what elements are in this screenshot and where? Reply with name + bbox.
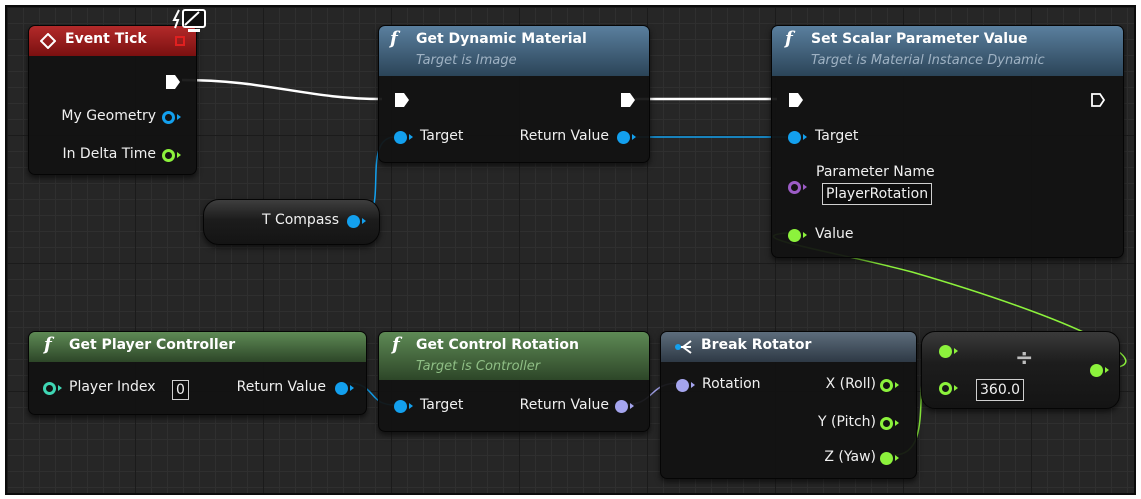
pin-arrow-icon: [409, 403, 413, 409]
pin-arrow-icon: [803, 232, 807, 238]
target-pin[interactable]: [394, 131, 407, 144]
pin-arrow-icon: [803, 134, 807, 140]
event-tick-node[interactable]: Event Tick My Geometry In Delta Time: [28, 25, 197, 175]
target-label: Target: [815, 128, 859, 144]
get-control-rotation-subtitle: Target is Controller: [416, 359, 541, 374]
divide-float-node[interactable]: ÷ 360.0: [921, 331, 1120, 409]
in-delta-time-pin[interactable]: [162, 149, 175, 162]
pin-arrow-icon: [350, 385, 354, 391]
parameter-name-pin[interactable]: [788, 181, 801, 194]
function-icon: f: [44, 334, 52, 355]
pin-arrow-icon: [895, 455, 899, 461]
set-scalar-parameter-node[interactable]: f Set Scalar Parameter Value Target is M…: [771, 25, 1124, 258]
pin-arrow-icon: [691, 382, 695, 388]
pin-arrow-icon: [362, 218, 366, 224]
t-compass-label: T Compass: [261, 212, 339, 228]
set-scalar-subtitle: Target is Material Instance Dynamic: [811, 53, 1045, 68]
break-rotator-title: Break Rotator: [701, 337, 812, 353]
my-geometry-label: My Geometry: [61, 108, 156, 124]
divisor-pin[interactable]: [939, 382, 952, 395]
x-roll-label: X (Roll): [825, 376, 876, 392]
target-pin[interactable]: [788, 131, 801, 144]
get-dynamic-material-title: Get Dynamic Material: [416, 31, 587, 47]
return-value-pin[interactable]: [617, 131, 630, 144]
pin-arrow-icon: [895, 420, 899, 426]
divisor-field[interactable]: 360.0: [976, 379, 1025, 401]
rotation-pin[interactable]: [676, 379, 689, 392]
return-value-label: Return Value: [519, 397, 609, 413]
monitor-icon: [172, 9, 206, 32]
dividend-pin[interactable]: [939, 345, 952, 358]
parameter-name-label: Parameter Name: [816, 164, 935, 180]
get-dynamic-material-node[interactable]: f Get Dynamic Material Target is Image T…: [378, 25, 650, 163]
player-index-label: Player Index: [69, 379, 156, 395]
z-yaw-pin[interactable]: [880, 452, 893, 465]
get-player-controller-node[interactable]: f Get Player Controller Player Index 0 R…: [28, 331, 367, 415]
value-label: Value: [815, 226, 854, 242]
pin-arrow-icon: [954, 348, 958, 354]
exec-in-pin[interactable]: [394, 92, 410, 108]
target-label: Target: [420, 397, 464, 413]
pin-arrow-icon: [58, 385, 62, 391]
get-control-rotation-title: Get Control Rotation: [416, 337, 579, 353]
t-compass-pin[interactable]: [347, 215, 360, 228]
get-control-rotation-node[interactable]: f Get Control Rotation Target is Control…: [378, 331, 650, 432]
pin-arrow-icon: [630, 403, 634, 409]
function-icon: f: [390, 28, 398, 49]
y-pitch-label: Y (Pitch): [817, 414, 876, 430]
exec-in-pin[interactable]: [788, 92, 804, 108]
return-value-pin[interactable]: [615, 400, 628, 413]
pin-arrow-icon: [632, 134, 636, 140]
pin-arrow-icon: [803, 184, 807, 190]
get-player-controller-title: Get Player Controller: [69, 337, 236, 353]
value-pin[interactable]: [788, 229, 801, 242]
break-struct-icon: [675, 340, 692, 354]
target-pin[interactable]: [394, 400, 407, 413]
in-delta-time-label: In Delta Time: [62, 146, 156, 162]
set-scalar-title: Set Scalar Parameter Value: [811, 31, 1028, 47]
return-value-label: Return Value: [236, 379, 326, 395]
event-diamond-icon: [40, 33, 56, 49]
pin-arrow-icon: [954, 385, 958, 391]
exec-out-pin[interactable]: [165, 74, 181, 90]
exec-out-pin-empty[interactable]: [1090, 92, 1106, 108]
rotation-label: Rotation: [702, 376, 761, 392]
parameter-name-field[interactable]: PlayerRotation: [822, 183, 933, 205]
get-dynamic-material-subtitle: Target is Image: [416, 53, 517, 68]
x-roll-pin[interactable]: [880, 379, 893, 392]
return-value-label: Return Value: [519, 128, 609, 144]
event-tick-title: Event Tick: [65, 31, 147, 47]
function-icon: f: [785, 28, 793, 49]
blueprint-graph-canvas[interactable]: Event Tick My Geometry In Delta Time f G…: [5, 5, 1136, 495]
pin-arrow-icon: [177, 114, 181, 120]
y-pitch-pin[interactable]: [880, 417, 893, 430]
my-geometry-pin[interactable]: [162, 111, 175, 124]
exec-out-pin[interactable]: [620, 92, 636, 108]
return-value-pin[interactable]: [335, 382, 348, 395]
player-index-pin[interactable]: [43, 382, 56, 395]
pin-arrow-icon: [1105, 367, 1109, 373]
t-compass-variable-node[interactable]: T Compass: [203, 199, 380, 245]
function-icon: f: [392, 334, 400, 355]
pin-arrow-icon: [895, 382, 899, 388]
divide-symbol: ÷: [1015, 346, 1034, 371]
pin-arrow-icon: [409, 134, 413, 140]
exec-wire-tick-to-getmaterial: [181, 78, 383, 101]
z-yaw-label: Z (Yaw): [824, 449, 876, 465]
player-index-field[interactable]: 0: [172, 380, 189, 400]
break-rotator-node[interactable]: Break Rotator Rotation X (Roll) Y (Pitch…: [660, 331, 917, 479]
result-pin[interactable]: [1090, 364, 1103, 377]
pin-arrow-icon: [177, 152, 181, 158]
target-label: Target: [420, 128, 464, 144]
